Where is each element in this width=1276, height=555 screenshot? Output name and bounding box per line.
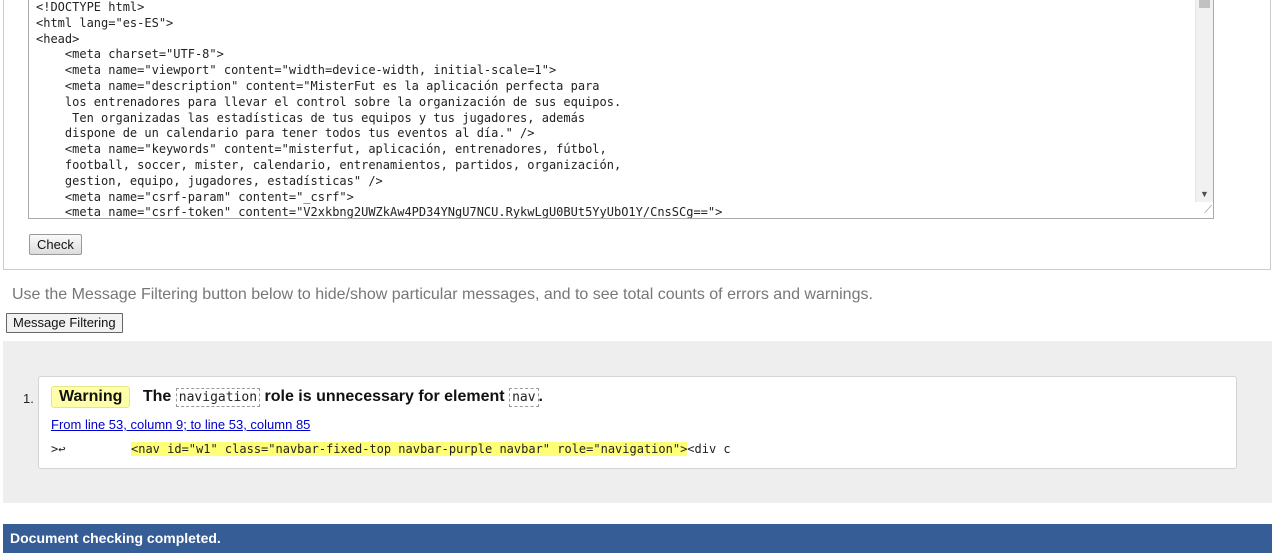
message-code-role: navigation xyxy=(175,388,261,407)
message-filtering-button[interactable]: Message Filtering xyxy=(6,313,123,333)
results-panel: 1. Warning The navigation role is unnece… xyxy=(3,341,1272,503)
extract-suffix: <div c xyxy=(687,442,731,456)
source-code: <!DOCTYPE html> <html lang="es-ES"> <hea… xyxy=(29,0,1213,219)
source-line: <meta name="description" content="Mister… xyxy=(36,78,600,93)
source-line: gestion, equipo, jugadores, estadísticas… xyxy=(36,173,383,188)
check-button[interactable]: Check xyxy=(29,234,82,255)
extract-prefix: >↩ xyxy=(51,442,66,456)
extract-highlight: <nav id="w1" class="navbar-fixed-top nav… xyxy=(131,442,688,456)
source-line: football, soccer, mister, calendario, en… xyxy=(36,157,622,172)
source-line: <head> xyxy=(36,31,80,46)
source-line: <html lang="es-ES"> xyxy=(36,15,174,30)
scrollbar-thumb[interactable] xyxy=(1199,0,1210,8)
scroll-down-icon[interactable]: ▼ xyxy=(1196,186,1213,202)
warning-badge: Warning xyxy=(51,386,131,408)
message-text-before: The xyxy=(142,388,172,405)
message-text-middle: role is unnecessary for element xyxy=(264,388,505,405)
source-form: <!DOCTYPE html> <html lang="es-ES"> <hea… xyxy=(3,0,1271,270)
source-line: los entrenadores para llevar el control … xyxy=(36,94,622,109)
message-number: 1. xyxy=(23,391,34,406)
source-line: <meta name="csrf-param" content="_csrf"> xyxy=(36,189,354,204)
message-location-link[interactable]: From line 53, column 9; to line 53, colu… xyxy=(51,417,310,432)
message-code-element: nav xyxy=(509,388,539,407)
source-line: <meta name="keywords" content="misterfut… xyxy=(36,142,607,157)
source-line: Ten organizadas las estadísticas de tus … xyxy=(36,110,586,125)
status-bar: Document checking completed. xyxy=(3,524,1272,553)
message-item: Warning The navigation role is unnecessa… xyxy=(38,376,1237,469)
source-line: <meta name="viewport" content="width=dev… xyxy=(36,63,557,78)
source-line: dispone de un calendario para tener todo… xyxy=(36,126,535,141)
source-line: <meta name="csrf-token" content="V2xkbng… xyxy=(36,205,723,219)
source-textarea[interactable]: <!DOCTYPE html> <html lang="es-ES"> <hea… xyxy=(28,0,1214,219)
message-extract: >↩ <nav id="w1" class="navbar-fixed-top n… xyxy=(51,442,731,456)
message-text-after: . xyxy=(538,388,543,405)
message-heading: Warning The navigation role is unnecessa… xyxy=(51,386,543,408)
filtering-intro: Use the Message Filtering button below t… xyxy=(12,286,873,303)
source-line: <!DOCTYPE html> xyxy=(36,0,145,14)
resize-grip-icon[interactable]: ⟋ xyxy=(1198,203,1212,217)
source-line: <meta charset="UTF-8"> xyxy=(36,47,224,62)
textarea-scrollbar[interactable]: ▼ xyxy=(1195,0,1213,202)
